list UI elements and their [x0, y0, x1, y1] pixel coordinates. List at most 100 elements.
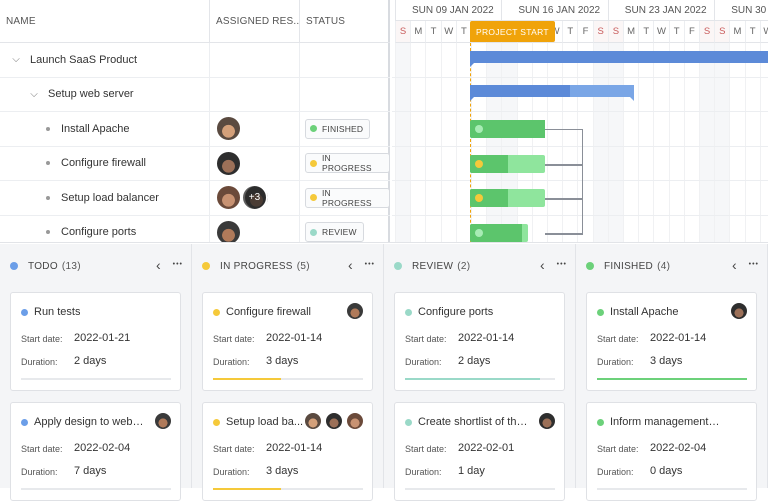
task-row[interactable]: Setup load balancer +3 IN PROGRESS	[0, 181, 390, 216]
start-date-value: 2022-01-14	[266, 442, 323, 454]
column-header-resources[interactable]: ASSIGNED RES...	[210, 0, 300, 43]
avatar[interactable]	[215, 115, 242, 143]
collapse-chevron-icon[interactable]: ⌵	[8, 54, 24, 65]
task-row[interactable]: Configure firewall IN PROGRESS	[0, 146, 390, 181]
start-date-label: Start date:	[597, 444, 639, 454]
resource-cell[interactable]	[210, 43, 300, 77]
kanban-lane-review: REVIEW (2) ‹ ••• Configure ports Start date: 2…	[384, 244, 576, 501]
status-cell[interactable]	[300, 43, 390, 77]
card-avatar[interactable]	[730, 302, 748, 320]
lane-title: REVIEW	[412, 260, 454, 272]
lane-menu-icon[interactable]: •••	[557, 261, 567, 268]
collapse-chevron-icon[interactable]: ⌵	[26, 89, 42, 100]
lane-count: (2)	[457, 260, 471, 272]
day-header: T	[638, 21, 654, 43]
card-status-dot-icon	[21, 418, 28, 426]
card-assignees[interactable]	[346, 302, 364, 320]
start-date-value: 2022-01-14	[266, 332, 323, 344]
dependency-line[interactable]	[545, 232, 583, 235]
summary-bar-launch[interactable]	[470, 51, 768, 67]
duration-value: 7 days	[74, 465, 107, 477]
card-avatar[interactable]	[304, 412, 322, 430]
lane-menu-icon[interactable]: •••	[749, 261, 759, 268]
collapse-lane-icon[interactable]: ‹	[732, 257, 737, 273]
status-cell[interactable]: REVIEW	[300, 216, 390, 242]
task-row[interactable]: Install Apache FINISHED	[0, 112, 390, 147]
card-avatar[interactable]	[346, 302, 364, 320]
collapse-lane-icon[interactable]: ‹	[156, 257, 161, 273]
duration-value: 0 days	[650, 465, 683, 477]
column-header-name[interactable]: NAME	[0, 0, 210, 43]
day-header: T	[562, 21, 578, 43]
task-card[interactable]: Configure ports Start date: 2022-01-14 Dura…	[394, 292, 565, 391]
task-card[interactable]: Setup load ba... Start date: 2022-01-14 Dur…	[202, 402, 373, 501]
card-title-row: Configure ports	[405, 306, 555, 318]
card-avatar[interactable]	[325, 412, 343, 430]
avatar[interactable]	[215, 149, 242, 177]
card-avatar[interactable]	[346, 412, 364, 430]
status-dot-icon	[475, 159, 483, 168]
status-cell[interactable]: FINISHED	[300, 112, 390, 146]
card-assignees[interactable]	[538, 412, 556, 430]
resource-cell[interactable]	[210, 77, 300, 111]
card-assignees[interactable]	[304, 412, 364, 430]
collapse-lane-icon[interactable]: ‹	[348, 257, 353, 273]
card-title: Run tests	[34, 306, 81, 318]
project-start-marker[interactable]: PROJECT START	[470, 21, 555, 42]
kanban-lane-in-progress: IN PROGRESS (5) ‹ ••• Configure firewall Star…	[192, 244, 384, 501]
duration-label: Duration:	[405, 357, 442, 367]
summary-bar-web-server[interactable]	[470, 85, 634, 101]
day-header: F	[577, 21, 593, 43]
lane-status-dot-icon	[394, 262, 402, 270]
day-header: M	[729, 21, 745, 43]
status-cell[interactable]	[300, 78, 390, 112]
task-bar[interactable]	[470, 189, 545, 207]
week-header: SUN 23 JAN 2022	[607, 0, 715, 21]
card-avatar[interactable]	[538, 412, 556, 430]
start-date-label: Start date:	[597, 334, 639, 344]
dependency-line[interactable]	[545, 129, 583, 164]
lane-title: IN PROGRESS	[220, 260, 293, 272]
task-card[interactable]: Create shortlist of thre... Start date: 20…	[394, 402, 565, 501]
task-card[interactable]: Apply design to web site Start date: 2022-…	[10, 402, 181, 501]
task-row[interactable]: Configure ports REVIEW	[0, 215, 390, 242]
card-progress-fill	[405, 378, 540, 380]
start-date-label: Start date:	[21, 444, 63, 454]
lane-status-dot-icon	[586, 262, 594, 270]
bullet-icon	[46, 195, 50, 200]
task-card[interactable]: Run tests Start date: 2022-01-21 Duration: 2…	[10, 292, 181, 391]
task-card[interactable]: Install Apache Start date: 2022-01-14 Durat…	[586, 292, 757, 391]
task-card[interactable]: Inform management abou... Start date: 2022…	[586, 402, 757, 501]
task-row[interactable]: ⌵ Launch SaaS Product	[0, 43, 390, 78]
avatar[interactable]	[215, 184, 242, 212]
lane-menu-icon[interactable]: •••	[173, 261, 183, 268]
card-assignees[interactable]	[154, 412, 172, 430]
duration-label: Duration:	[405, 467, 442, 477]
dependency-line[interactable]	[545, 198, 583, 233]
gantt-view: NAME ASSIGNED RES... STATUS ⌵ Launch SaaS…	[0, 0, 768, 243]
start-date-label: Start date:	[213, 444, 255, 454]
task-bar[interactable]	[470, 154, 545, 173]
resource-cell[interactable]	[210, 215, 300, 242]
card-avatar[interactable]	[154, 412, 172, 430]
start-date-label: Start date:	[213, 334, 255, 344]
dependency-line[interactable]	[545, 163, 583, 198]
resource-cell[interactable]	[210, 146, 300, 180]
column-header-status[interactable]: STATUS	[300, 0, 390, 43]
resource-cell[interactable]	[210, 112, 300, 146]
lane-menu-icon[interactable]: •••	[365, 261, 375, 268]
task-row[interactable]: ⌵ Setup web server	[0, 77, 390, 112]
task-card[interactable]: Configure firewall Start date: 2022-01-14 D…	[202, 292, 373, 391]
status-cell[interactable]: IN PROGRESS	[300, 181, 390, 215]
avatar[interactable]	[215, 218, 242, 242]
lane-title: TODO	[28, 260, 58, 272]
collapse-lane-icon[interactable]: ‹	[540, 257, 545, 273]
task-bar[interactable]	[470, 120, 545, 138]
card-assignees[interactable]	[730, 302, 748, 320]
summary-progress	[470, 85, 570, 97]
task-bar[interactable]	[470, 223, 528, 242]
card-status-dot-icon	[21, 308, 28, 316]
status-cell[interactable]: IN PROGRESS	[300, 147, 390, 181]
resource-cell[interactable]: +3	[210, 181, 300, 215]
card-progress-fill	[213, 488, 281, 490]
